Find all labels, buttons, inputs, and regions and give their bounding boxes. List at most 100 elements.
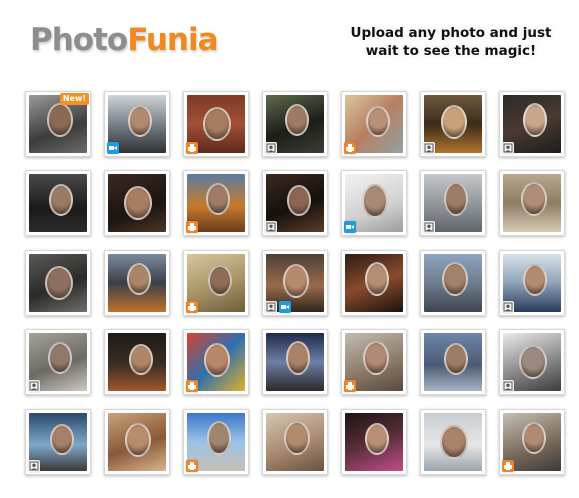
portrait-image bbox=[283, 264, 309, 298]
portrait-image bbox=[441, 105, 467, 139]
effect-tile[interactable] bbox=[25, 250, 91, 316]
portrait-image bbox=[365, 423, 389, 455]
effect-tile[interactable] bbox=[104, 409, 170, 475]
print-icon bbox=[344, 142, 356, 154]
effect-tile[interactable] bbox=[104, 329, 170, 395]
effect-tile[interactable] bbox=[262, 170, 328, 236]
face-icon bbox=[265, 221, 277, 233]
effect-tile[interactable] bbox=[25, 409, 91, 475]
effect-thumbnail bbox=[345, 413, 403, 471]
portrait-image bbox=[285, 104, 309, 136]
portrait-image bbox=[523, 103, 547, 137]
print-icon bbox=[186, 301, 198, 313]
face-icon bbox=[423, 142, 435, 154]
effect-tile[interactable] bbox=[104, 250, 170, 316]
face-icon bbox=[28, 380, 40, 392]
portrait-image bbox=[207, 421, 231, 455]
portrait-image bbox=[45, 266, 73, 300]
effect-tile[interactable] bbox=[25, 170, 91, 236]
portrait-image bbox=[206, 183, 230, 215]
portrait-image bbox=[125, 423, 151, 457]
effect-tile[interactable] bbox=[499, 250, 565, 316]
portrait-image bbox=[124, 186, 152, 220]
effect-thumbnail bbox=[424, 254, 482, 312]
portrait-image bbox=[366, 106, 390, 137]
new-badge: New! bbox=[59, 93, 89, 105]
effect-thumbnail bbox=[108, 174, 166, 232]
effect-tile[interactable] bbox=[341, 170, 407, 236]
logo-text-funia: Funia bbox=[127, 22, 218, 58]
effect-tile[interactable] bbox=[183, 329, 249, 395]
effect-thumbnail bbox=[29, 254, 87, 312]
effect-thumbnail bbox=[108, 254, 166, 312]
effect-tile[interactable]: New! bbox=[25, 91, 91, 157]
face-icon bbox=[423, 221, 435, 233]
effect-tile[interactable] bbox=[420, 250, 486, 316]
portrait-image bbox=[440, 425, 468, 459]
portrait-image bbox=[363, 341, 389, 375]
effect-tile[interactable] bbox=[183, 250, 249, 316]
effect-tile[interactable] bbox=[262, 91, 328, 157]
effect-tile[interactable] bbox=[183, 91, 249, 157]
portrait-image bbox=[129, 344, 153, 375]
effect-thumbnail bbox=[424, 333, 482, 391]
portrait-image bbox=[284, 421, 310, 455]
tagline-line-1: Upload any photo and just bbox=[350, 25, 552, 41]
portrait-image bbox=[49, 184, 73, 216]
face-icon bbox=[502, 301, 514, 313]
portrait-image bbox=[208, 265, 232, 296]
portrait-image bbox=[48, 342, 72, 374]
print-icon bbox=[344, 380, 356, 392]
photofunia-logo[interactable]: PhotoFunia bbox=[30, 22, 219, 58]
effect-tile[interactable] bbox=[341, 409, 407, 475]
tagline: Upload any photo and just wait to see th… bbox=[346, 24, 556, 60]
video-icon bbox=[344, 221, 356, 233]
portrait-image bbox=[365, 262, 389, 296]
effect-tile[interactable] bbox=[420, 409, 486, 475]
print-icon bbox=[186, 221, 198, 233]
effect-thumbnail bbox=[266, 333, 324, 391]
effect-tile[interactable] bbox=[341, 91, 407, 157]
portrait-image bbox=[50, 424, 74, 455]
portrait-image bbox=[204, 343, 230, 377]
effect-tile[interactable] bbox=[499, 91, 565, 157]
effect-tile[interactable] bbox=[262, 409, 328, 475]
effect-thumbnail bbox=[108, 333, 166, 391]
portrait-image bbox=[203, 107, 231, 141]
effect-thumbnail bbox=[424, 413, 482, 471]
effect-tile[interactable] bbox=[104, 170, 170, 236]
effect-tile[interactable] bbox=[420, 170, 486, 236]
effect-thumbnail bbox=[108, 413, 166, 471]
portrait-image bbox=[522, 422, 546, 454]
effect-tile[interactable] bbox=[341, 250, 407, 316]
effect-tile[interactable] bbox=[25, 329, 91, 395]
effect-thumbnail bbox=[266, 413, 324, 471]
print-icon bbox=[186, 460, 198, 472]
face-icon bbox=[265, 301, 277, 313]
effect-thumbnail bbox=[29, 174, 87, 232]
video-icon bbox=[279, 301, 291, 313]
portrait-image bbox=[362, 184, 388, 218]
tagline-line-2: wait to see the magic! bbox=[365, 43, 537, 59]
effect-tile[interactable] bbox=[420, 329, 486, 395]
effect-tile[interactable] bbox=[104, 91, 170, 157]
effect-tile[interactable] bbox=[183, 409, 249, 475]
effect-tile[interactable] bbox=[499, 329, 565, 395]
effect-tile[interactable] bbox=[499, 170, 565, 236]
effect-tile[interactable] bbox=[499, 409, 565, 475]
portrait-image bbox=[442, 262, 468, 296]
portrait-image bbox=[521, 182, 547, 216]
effect-tile[interactable] bbox=[420, 91, 486, 157]
print-icon bbox=[502, 460, 514, 472]
face-icon bbox=[265, 142, 277, 154]
portrait-image bbox=[444, 343, 468, 375]
portrait-image bbox=[47, 103, 73, 137]
portrait-image bbox=[127, 263, 151, 295]
effect-tile[interactable] bbox=[262, 250, 328, 316]
portrait-image bbox=[128, 105, 152, 137]
logo-text-photo: Photo bbox=[30, 22, 128, 58]
effect-thumbnail bbox=[345, 254, 403, 312]
effect-tile[interactable] bbox=[341, 329, 407, 395]
effect-tile[interactable] bbox=[183, 170, 249, 236]
effect-tile[interactable] bbox=[262, 329, 328, 395]
